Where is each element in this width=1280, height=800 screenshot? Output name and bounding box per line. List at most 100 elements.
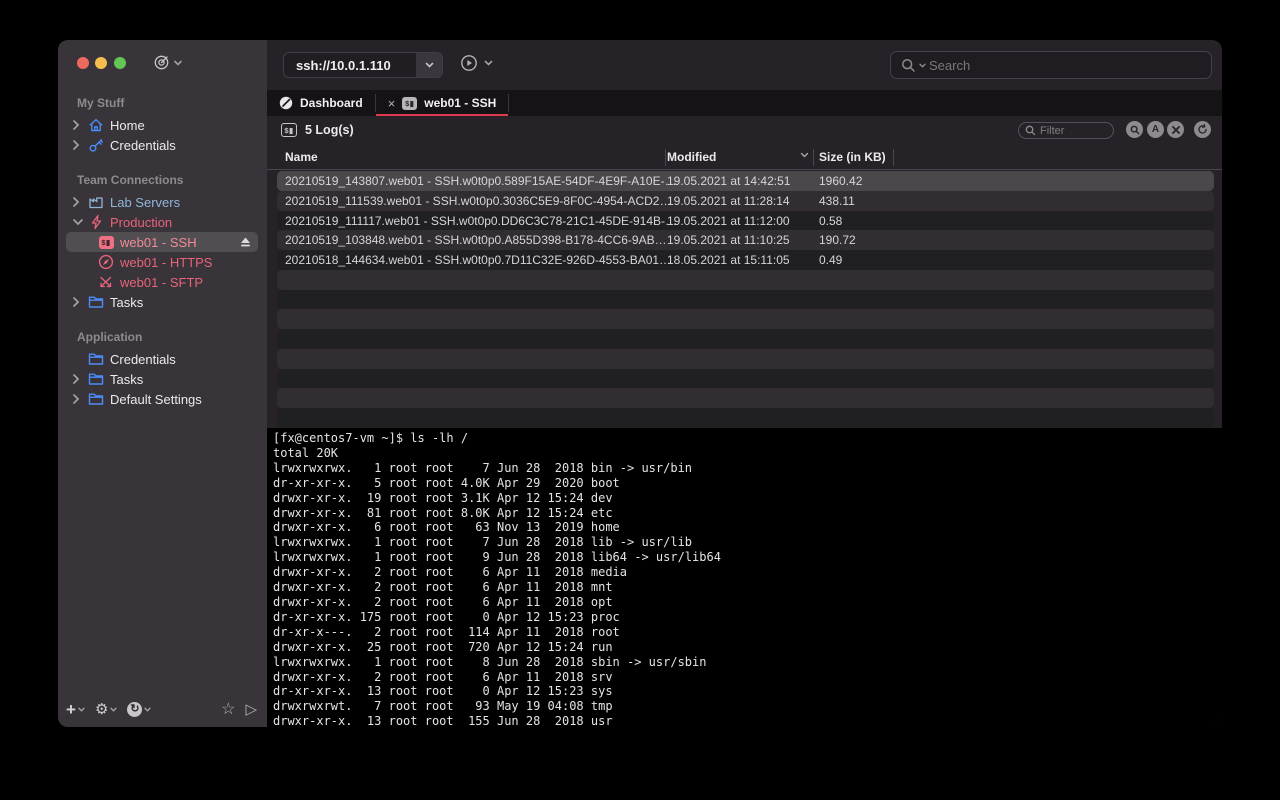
terminal-pane[interactable]: [fx@centos7-vm ~]$ ls -lh / total 20K lr… (267, 428, 1222, 727)
folder-icon (87, 392, 105, 406)
log-row[interactable]: 20210518_144634.web01 - SSH.w0t0p0.7D11C… (277, 250, 1214, 270)
global-search[interactable] (890, 51, 1212, 79)
sidebar-item-tasks[interactable]: Tasks (66, 292, 258, 312)
chevron-right-icon[interactable] (73, 197, 87, 207)
window-titlebar (58, 40, 267, 88)
home-icon (87, 117, 105, 133)
empty-row (277, 329, 1214, 349)
log-row[interactable]: 20210519_111539.web01 - SSH.w0t0p0.3036C… (277, 191, 1214, 211)
terminal-chip-icon: $▮ (402, 97, 417, 110)
connect-button[interactable] (460, 54, 493, 72)
connect-play-icon[interactable]: ▷ (245, 700, 257, 718)
sidebar-item-home[interactable]: Home (66, 115, 258, 135)
log-size: 0.58 (819, 214, 842, 228)
plus-icon: + (66, 702, 76, 717)
sidebar-item-web01-https[interactable]: web01 - HTTPS (66, 252, 258, 272)
gear-icon: ⚙ (95, 702, 108, 717)
connect-target-dropdown[interactable] (153, 54, 182, 71)
log-name: 20210519_111117.web01 - SSH.w0t0p0.DD6C3… (285, 214, 677, 228)
sidebar-item-web01-ssh[interactable]: $▮ web01 - SSH (66, 232, 258, 252)
tab-web01-ssh[interactable]: × $▮ web01 - SSH (376, 90, 509, 116)
sidebar-footer: + ⚙ ↻ ☆ ▷ (66, 699, 257, 719)
zoom-window-button[interactable] (114, 57, 126, 69)
log-name: 20210519_111539.web01 - SSH.w0t0p0.3036C… (285, 194, 671, 208)
empty-row (277, 408, 1214, 428)
log-row[interactable]: 20210519_143807.web01 - SSH.w0t0p0.589F1… (277, 171, 1214, 191)
column-header-name[interactable]: Name (285, 150, 318, 164)
log-row[interactable]: 20210519_111117.web01 - SSH.w0t0p0.DD6C3… (277, 211, 1214, 231)
sidebar-item-label: Credentials (110, 352, 176, 367)
sidebar-item-credentials[interactable]: Credentials (66, 349, 258, 369)
chevron-right-icon[interactable] (73, 374, 87, 384)
chevron-right-icon[interactable] (73, 297, 87, 307)
chevron-right-icon[interactable] (73, 394, 87, 404)
zoom-button[interactable] (1126, 121, 1143, 138)
settings-button[interactable]: ⚙ (95, 702, 117, 717)
sidebar-item-label: Tasks (110, 295, 143, 310)
empty-row (277, 349, 1214, 369)
chevron-down-icon (78, 707, 85, 712)
sidebar-item-label: web01 - SSH (120, 235, 197, 250)
sidebar-item-tasks[interactable]: Tasks (66, 369, 258, 389)
sidebar-section-title: Team Connections (58, 171, 267, 189)
sort-descending-icon (800, 152, 809, 158)
add-button[interactable]: + (66, 702, 85, 717)
empty-row (277, 369, 1214, 389)
filter-input[interactable] (1040, 125, 1100, 137)
font-button[interactable]: A (1147, 121, 1164, 138)
key-icon (87, 137, 105, 153)
sidebar-item-lab-servers[interactable]: Lab Servers (66, 192, 258, 212)
log-modified: 19.05.2021 at 14:42:51 (667, 174, 790, 188)
chevron-down-icon[interactable] (484, 60, 493, 66)
close-window-button[interactable] (77, 57, 89, 69)
log-list: 20210519_143807.web01 - SSH.w0t0p0.589F1… (267, 170, 1222, 428)
log-name: 20210518_144634.web01 - SSH.w0t0p0.7D11C… (285, 253, 671, 267)
sidebar-section-title: My Stuff (58, 94, 267, 112)
chevron-down-icon[interactable] (73, 219, 87, 225)
gauge-icon (279, 96, 293, 110)
folder-icon (87, 352, 105, 366)
log-modified: 19.05.2021 at 11:10:25 (667, 233, 790, 247)
column-header-modified[interactable]: Modified (667, 150, 716, 164)
sidebar-item-label: Tasks (110, 372, 143, 387)
sidebar-item-production[interactable]: Production (66, 212, 258, 232)
sidebar-item-label: Default Settings (110, 392, 202, 407)
tab-dashboard[interactable]: Dashboard (267, 90, 375, 116)
chevron-down-icon (174, 60, 182, 66)
chevron-down-icon (110, 707, 117, 712)
log-name: 20210519_143807.web01 - SSH.w0t0p0.589F1… (285, 174, 677, 188)
minimize-window-button[interactable] (95, 57, 107, 69)
terminal-output: [fx@centos7-vm ~]$ ls -lh / total 20K lr… (267, 428, 1222, 727)
sidebar-item-default-settings[interactable]: Default Settings (66, 389, 258, 409)
chevron-right-icon[interactable] (73, 140, 87, 150)
log-size: 190.72 (819, 233, 856, 247)
chevron-right-icon[interactable] (73, 120, 87, 130)
tab-label: web01 - SSH (424, 96, 496, 110)
chevron-down-icon[interactable] (919, 63, 926, 68)
filter-box[interactable] (1018, 122, 1114, 139)
column-header-size[interactable]: Size (in KB) (819, 150, 886, 164)
address-dropdown-button[interactable] (416, 53, 442, 77)
sync-icon: ↻ (127, 702, 142, 717)
connection-toolbar: ssh://10.0.1.110 (267, 40, 1222, 90)
log-row[interactable]: 20210519_103848.web01 - SSH.w0t0p0.A855D… (277, 230, 1214, 250)
sidebar-section-title: Application (58, 328, 267, 346)
clear-button[interactable] (1167, 121, 1184, 138)
log-count-label: 5 Log(s) (305, 123, 354, 137)
sidebar-item-web01-sftp[interactable]: web01 - SFTP (66, 272, 258, 292)
sidebar-item-credentials[interactable]: Credentials (66, 135, 258, 155)
refresh-button[interactable] (1194, 121, 1211, 138)
close-tab-icon[interactable]: × (388, 97, 396, 110)
log-modified: 19.05.2021 at 11:28:14 (667, 194, 790, 208)
sync-button[interactable]: ↻ (127, 702, 151, 717)
app-window: My StuffHomeCredentialsTeam ConnectionsL… (58, 40, 1222, 727)
eject-icon[interactable] (239, 236, 252, 248)
search-input[interactable] (929, 58, 1211, 73)
favorite-star-icon[interactable]: ☆ (221, 699, 235, 719)
terminal-chip-icon: $▮ (97, 236, 115, 249)
search-icon (1025, 125, 1036, 136)
empty-row (277, 290, 1214, 310)
sidebar-item-label: Production (110, 215, 172, 230)
transfer-icon (97, 274, 115, 290)
address-combobox[interactable]: ssh://10.0.1.110 (283, 52, 443, 78)
